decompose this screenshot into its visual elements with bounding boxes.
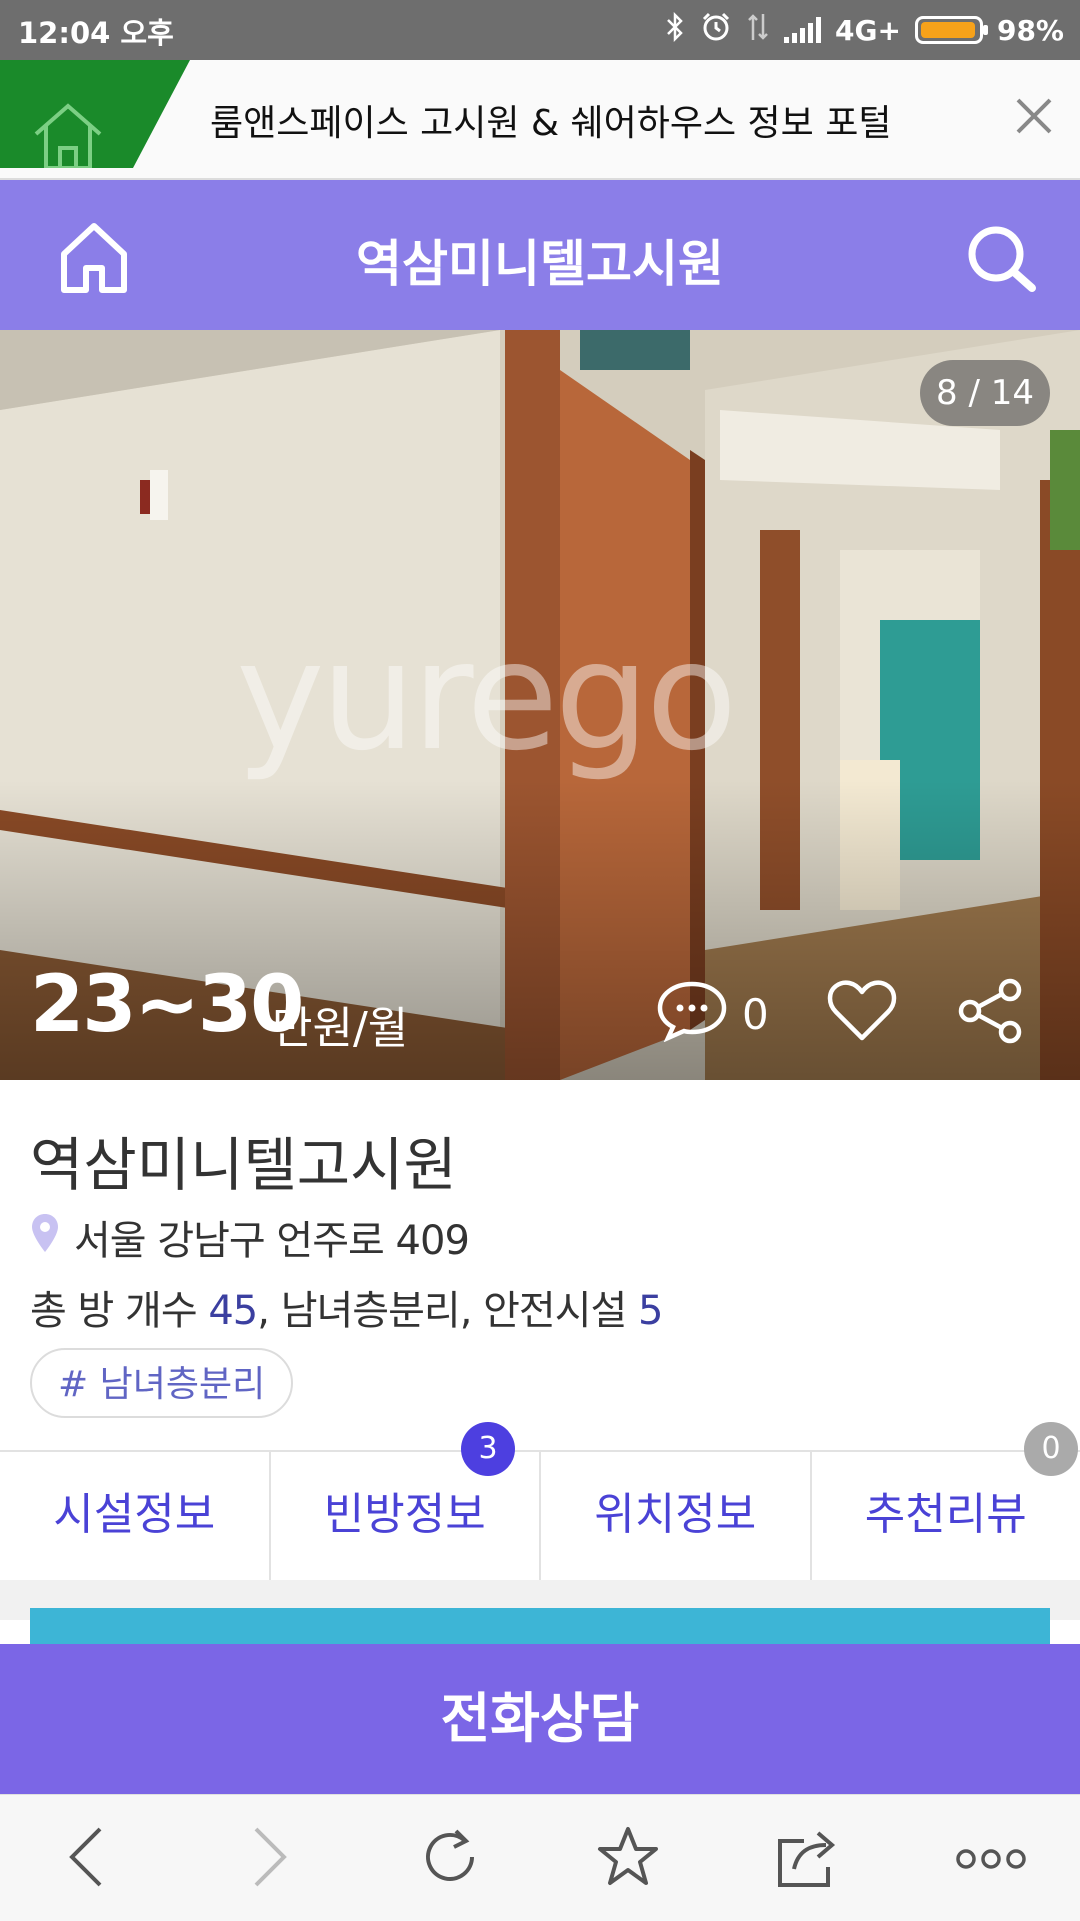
page-title: 역삼미니텔고시원 bbox=[0, 224, 1080, 296]
bluetooth-icon bbox=[664, 12, 686, 49]
forward-icon[interactable] bbox=[250, 1825, 290, 1893]
bookmark-star-icon[interactable] bbox=[596, 1825, 660, 1893]
browser-toolbar bbox=[0, 1794, 1080, 1921]
signal-icon bbox=[784, 17, 821, 43]
tab-label: 추천리뷰 bbox=[865, 1489, 1027, 1540]
more-icon[interactable] bbox=[956, 1847, 1026, 1875]
info-tabs: 시설정보 빈방정보3 위치정보 추천리뷰0 bbox=[0, 1450, 1080, 1582]
tab-label: 빈방정보 bbox=[324, 1489, 486, 1540]
portal-home-button[interactable] bbox=[0, 60, 190, 168]
app-header: 역삼미니텔고시원 bbox=[0, 180, 1080, 330]
tab-facility-info[interactable]: 시설정보 bbox=[0, 1452, 271, 1580]
listing-address: 서울 강남구 언주로 409 bbox=[74, 1208, 469, 1266]
share-icon[interactable] bbox=[956, 978, 1026, 1048]
close-icon[interactable] bbox=[1014, 96, 1054, 140]
room-photo[interactable]: yurego 8 / 14 23~30 만원/월 0 bbox=[0, 330, 1080, 1080]
search-icon[interactable] bbox=[966, 224, 1040, 298]
status-bar: 12:04 오후 4G+ 98% bbox=[0, 0, 1080, 60]
status-icons: 4G+ 98% bbox=[664, 8, 1064, 52]
comment-count: 0 bbox=[742, 990, 769, 1039]
house-outline-icon bbox=[30, 100, 106, 168]
portal-title: 룸앤스페이스 고시원 & 쉐어하우스 정보 포털 bbox=[210, 94, 891, 146]
tab-location-info[interactable]: 위치정보 bbox=[541, 1452, 812, 1580]
listing-name: 역삼미니텔고시원 bbox=[30, 1118, 457, 1202]
refresh-icon[interactable] bbox=[418, 1825, 482, 1893]
feature-tag[interactable]: # 남녀층분리 bbox=[30, 1348, 293, 1418]
rooms-count: 45 bbox=[208, 1288, 257, 1334]
vacancy-badge: 3 bbox=[461, 1422, 515, 1476]
data-transfer-icon bbox=[746, 12, 770, 49]
comment-icon[interactable] bbox=[656, 978, 728, 1046]
watermark-logo: yurego bbox=[236, 610, 733, 784]
review-badge: 0 bbox=[1024, 1422, 1078, 1476]
battery-icon bbox=[915, 16, 983, 44]
listing-stats: 총 방 개수 45, 남녀층분리, 안전시설 5 bbox=[30, 1278, 663, 1336]
photo-counter: 8 / 14 bbox=[920, 360, 1050, 426]
back-icon[interactable] bbox=[66, 1825, 106, 1893]
tab-vacancy-info[interactable]: 빈방정보3 bbox=[271, 1452, 542, 1580]
rooms-label: 총 방 개수 bbox=[30, 1288, 197, 1334]
status-time: 12:04 오후 bbox=[18, 10, 174, 52]
battery-level: 98% bbox=[997, 14, 1064, 47]
price-unit: 만원/월 bbox=[272, 992, 408, 1056]
tab-label: 시설정보 bbox=[53, 1489, 215, 1540]
safety-count: 5 bbox=[638, 1288, 662, 1334]
portal-banner: 룸앤스페이스 고시원 & 쉐어하우스 정보 포털 bbox=[0, 60, 1080, 180]
tab-reviews[interactable]: 추천리뷰0 bbox=[812, 1452, 1080, 1580]
share-page-icon[interactable] bbox=[774, 1825, 844, 1893]
phone-consult-button[interactable]: 전화상담 bbox=[0, 1644, 1080, 1794]
alarm-icon bbox=[700, 11, 732, 50]
location-pin-icon bbox=[30, 1212, 60, 1258]
tab-label: 위치정보 bbox=[594, 1489, 756, 1540]
heart-icon[interactable] bbox=[826, 978, 898, 1046]
network-type: 4G+ bbox=[835, 14, 901, 47]
price-value: 23~30 bbox=[30, 960, 302, 1050]
stats-separator: , 남녀층분리, 안전시설 bbox=[257, 1288, 626, 1334]
